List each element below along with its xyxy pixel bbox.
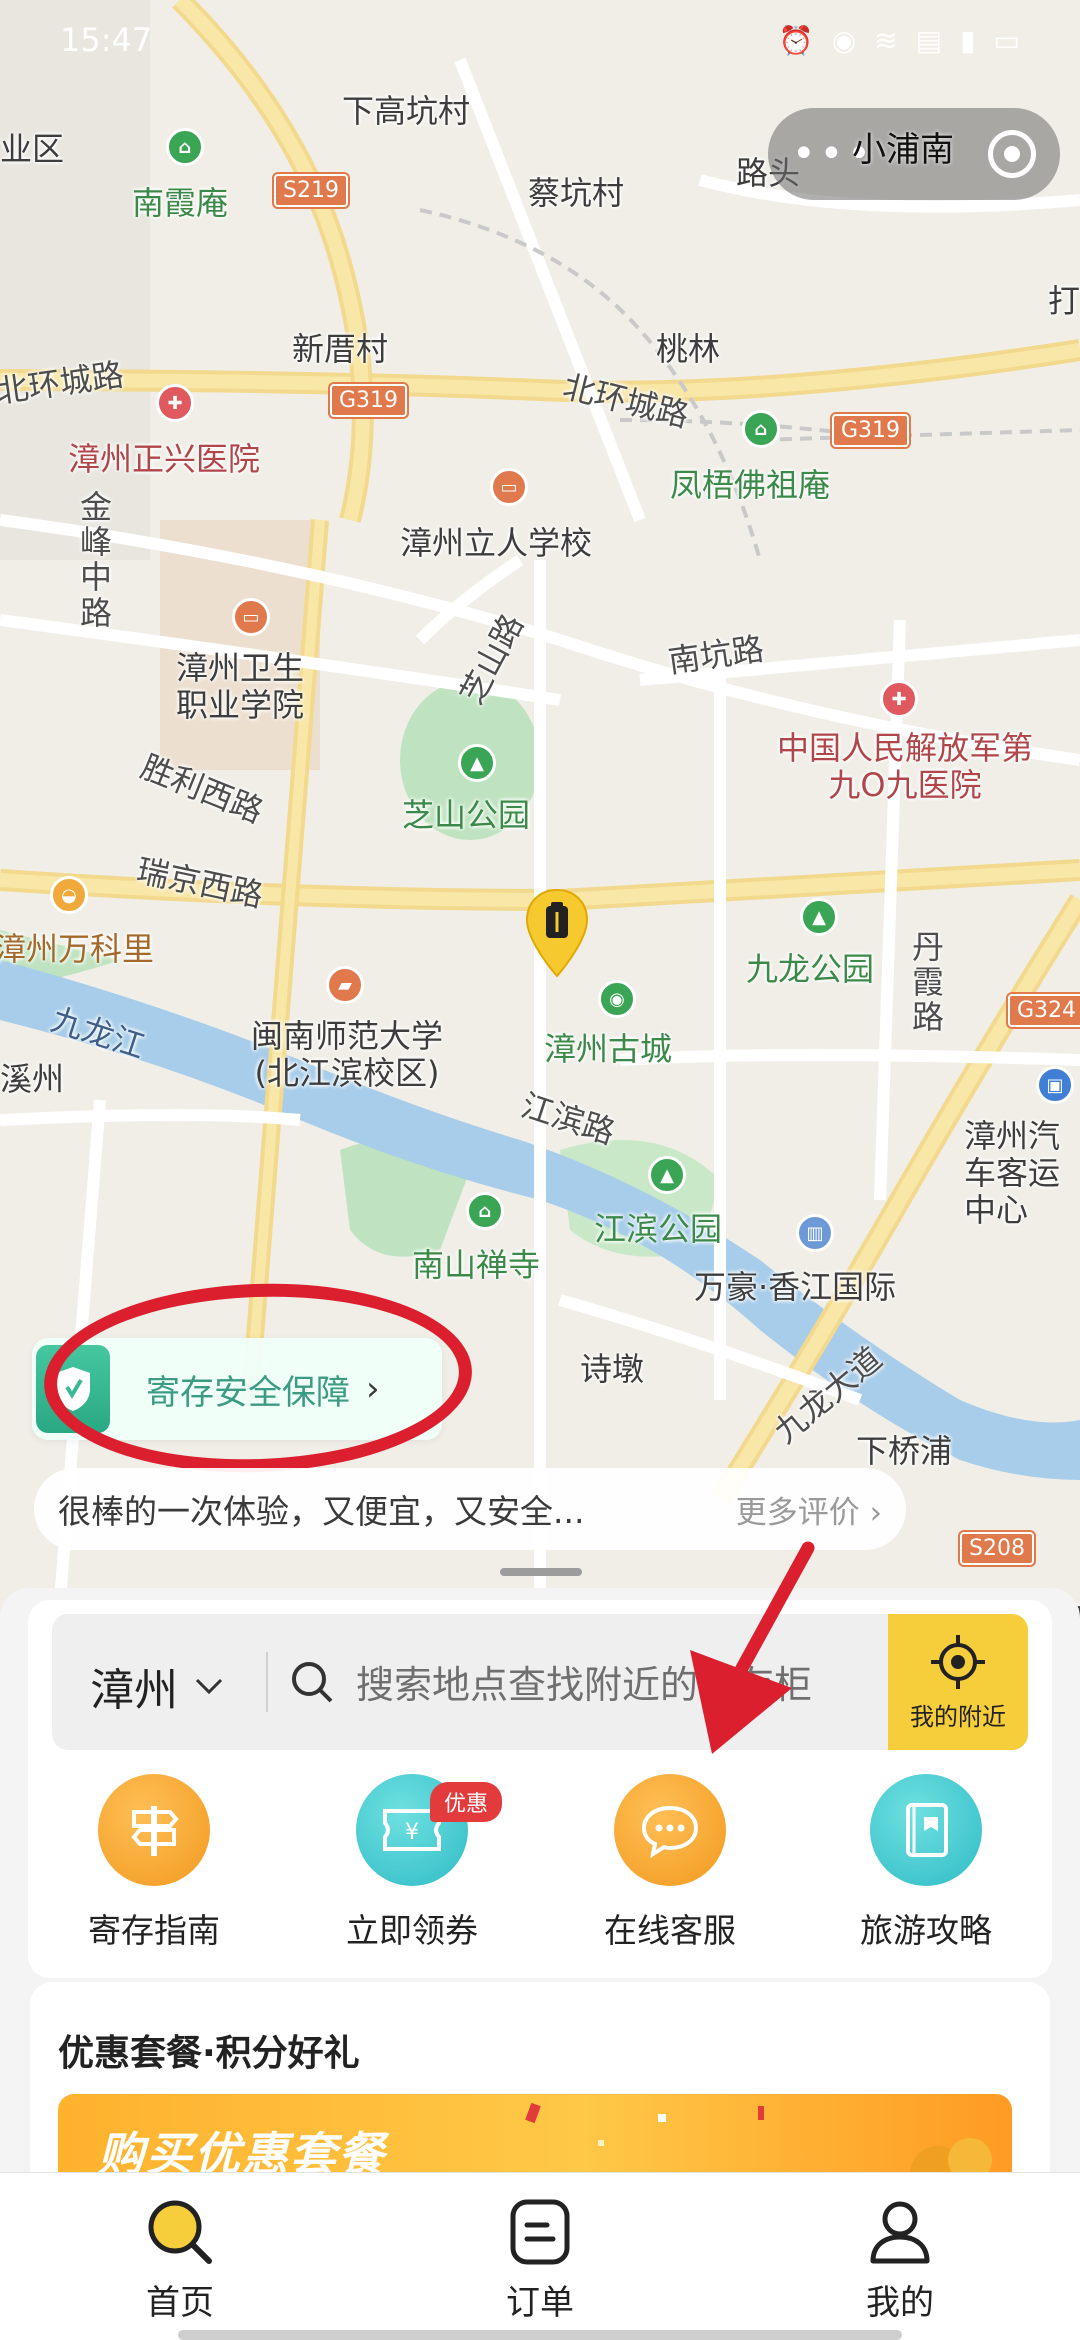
- guide-book-icon: [870, 1774, 982, 1886]
- map-label: 漳州卫生职业学院: [176, 649, 305, 724]
- profile-icon: [870, 2201, 930, 2264]
- hd-icon: ▤: [915, 23, 943, 57]
- route-tag-s208: S208: [960, 1532, 1034, 1565]
- travel-guide-button[interactable]: 旅游攻略: [826, 1774, 1026, 1952]
- tab-home-label: 首页: [146, 2283, 214, 2323]
- building-icon: ▥: [796, 1214, 834, 1252]
- attraction-icon: ◉: [598, 980, 636, 1018]
- temple-icon: ⌂: [466, 1192, 504, 1230]
- park-icon: ▲: [648, 1156, 686, 1194]
- my-nearby-button[interactable]: 我的附近: [888, 1614, 1028, 1750]
- status-time: 15:47: [60, 21, 153, 59]
- more-reviews-link[interactable]: 更多评价 ›: [736, 1487, 882, 1532]
- route-tag-g324: G324: [1008, 994, 1080, 1027]
- map-label: 漳州汽车客运中心: [964, 1117, 1061, 1229]
- map-label: 南山禅寺: [412, 1246, 541, 1284]
- hospital-icon: ✚: [156, 384, 194, 422]
- locker-map-pin[interactable]: [524, 888, 590, 978]
- divider: [266, 1652, 268, 1712]
- my-nearby-label: 我的附近: [910, 1702, 1006, 1731]
- discount-badge: 优惠: [430, 1782, 503, 1822]
- shopping-icon: ◒: [50, 876, 88, 914]
- status-bar: 15:47 ⏰ ◉ ≋ ▤ ▮ ▭: [0, 0, 1080, 80]
- chat-icon: [614, 1774, 726, 1886]
- map-label: 诗墩: [580, 1350, 645, 1388]
- map-label: 桃林: [656, 330, 721, 368]
- bus-station-icon: ▣: [1036, 1066, 1074, 1104]
- map-label: 中国人民解放军第九O九医院: [776, 729, 1033, 804]
- storage-guide-label: 寄存指南: [88, 1911, 220, 1950]
- map-label: 打: [1048, 282, 1080, 320]
- map-label: 下高坑村: [342, 92, 471, 130]
- map-label: 新厝村: [292, 330, 389, 368]
- route-tag-g319: G319: [832, 414, 910, 447]
- map-label: 闽南师范大学(北江滨校区): [250, 1017, 443, 1092]
- signal-icon: ▮: [960, 23, 976, 57]
- close-mini-program-icon[interactable]: [988, 130, 1036, 178]
- online-service-label: 在线客服: [604, 1911, 736, 1950]
- signpost-icon: [98, 1774, 210, 1886]
- map-label: 漳州万科里: [0, 930, 155, 968]
- park-icon: ▲: [458, 744, 496, 782]
- tab-orders-label: 订单: [506, 2283, 574, 2323]
- route-tag-s219: S219: [274, 174, 348, 207]
- tab-profile-label: 我的: [866, 2283, 934, 2323]
- map-label: 芝山公园: [402, 796, 531, 834]
- university-icon: ▰: [326, 966, 364, 1004]
- map-label: 南霞庵: [132, 184, 229, 222]
- map-label: 漳州古城: [544, 1030, 673, 1068]
- travel-guide-label: 旅游攻略: [860, 1911, 992, 1950]
- map-label: 业区: [0, 130, 65, 168]
- home-search-icon: [148, 2200, 212, 2264]
- tab-profile[interactable]: 我的: [810, 2197, 990, 2324]
- svg-text:¥: ¥: [405, 1820, 419, 1845]
- tab-orders[interactable]: 订单: [450, 2197, 630, 2324]
- review-text: 很棒的一次体验，又便宜，又安全...: [58, 1492, 585, 1531]
- route-tag-g319: G319: [330, 384, 408, 417]
- park-icon: ▲: [800, 898, 838, 936]
- map-label: 凤梧佛祖庵: [670, 466, 831, 504]
- claim-coupon-label: 立即领券: [346, 1911, 478, 1950]
- storage-guide-button[interactable]: 寄存指南: [54, 1774, 254, 1952]
- map-label: 丹霞路: [912, 928, 945, 1037]
- hospital-icon: ✚: [880, 680, 918, 718]
- sheet-drag-handle[interactable]: [500, 1568, 582, 1576]
- order-icon: [510, 2199, 570, 2265]
- capsule-location-label: 小浦南: [852, 130, 954, 170]
- map-label: 金峰中路: [80, 488, 113, 632]
- promo-section-title: 优惠套餐·积分好礼: [58, 2033, 360, 2074]
- search-icon: [292, 1662, 333, 1703]
- wifi-icon: ≋: [874, 23, 898, 57]
- city-name: 漳州: [90, 1665, 178, 1716]
- review-ticker[interactable]: 很棒的一次体验，又便宜，又安全... 更多评价 ›: [34, 1468, 906, 1550]
- school-icon: ▭: [490, 468, 528, 506]
- tab-home[interactable]: 首页: [90, 2197, 270, 2324]
- map-label: 下桥浦: [856, 1432, 953, 1470]
- map-label: 江滨公园: [594, 1210, 723, 1248]
- map-label: 漳州立人学校: [400, 524, 593, 562]
- map-label: 万豪·香江国际: [694, 1268, 897, 1306]
- location-icon: ◉: [831, 23, 857, 57]
- map-label: 漳州正兴医院: [68, 440, 261, 478]
- battery-icon: ▭: [993, 23, 1020, 57]
- city-selector[interactable]: 漳州: [90, 1654, 224, 1718]
- temple-icon: ⌂: [166, 128, 204, 166]
- annotation-arrow: [690, 1541, 815, 1754]
- school-icon: ▭: [232, 598, 270, 636]
- home-indicator[interactable]: [178, 2330, 902, 2340]
- tab-bar: 首页 订单 我的: [0, 2172, 1080, 2340]
- map-label: 溪州: [0, 1060, 65, 1098]
- temple-icon: ⌂: [742, 410, 780, 448]
- chevron-down-icon: [195, 1678, 223, 1695]
- alarm-icon: ⏰: [778, 23, 814, 57]
- online-service-button[interactable]: 在线客服: [570, 1774, 770, 1952]
- map-label: 蔡坑村: [528, 174, 625, 212]
- status-icons: ⏰ ◉ ≋ ▤ ▮ ▭: [779, 24, 1020, 57]
- locate-icon: [931, 1634, 985, 1689]
- map-label: 九龙公园: [746, 950, 875, 988]
